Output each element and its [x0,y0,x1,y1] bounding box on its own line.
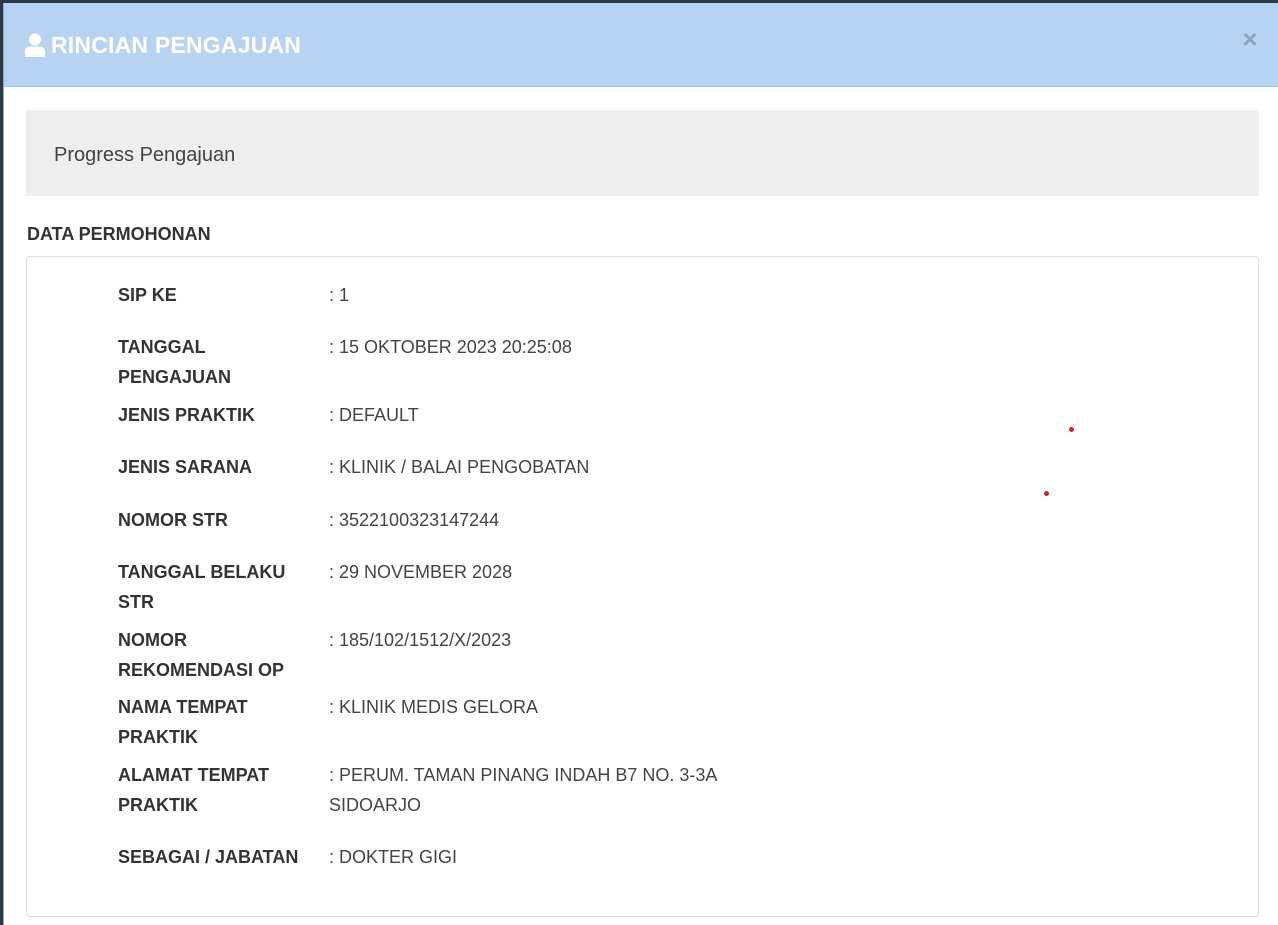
field-label: NAMA TEMPAT PRAKTIK [118,697,248,747]
field-value: : PERUM. TAMAN PINANG INDAH B7 NO. 3-3A … [329,765,717,815]
field-value: : DOKTER GIGI [329,847,458,867]
field-label: NOMOR REKOMENDASI OP [118,630,285,680]
field-label: ALAMAT TEMPAT PRAKTIK [118,765,269,815]
field-label: SIP KE [118,285,177,305]
field-value: : KLINIK MEDIS GELORA [329,697,539,717]
field-label: TANGGAL PENGAJUAN [118,337,232,387]
field-value: : 1 [329,285,350,305]
field-label: TANGGAL BELAKU STR [118,562,286,612]
field-label: JENIS PRAKTIK [118,405,256,425]
field-value: : 185/102/1512/X/2023 [329,630,512,650]
modal-header: RINCIAN PENGAJUAN × [4,3,1278,87]
field-value: : KLINIK / BALAI PENGOBATAN [329,457,590,477]
field-label: SEBAGAI / JABATAN [118,847,299,867]
user-icon [25,33,45,57]
field-value: : 29 NOVEMBER 2028 [329,562,513,582]
section-title: DATA PERMOHONAN [27,224,211,244]
progress-label: Progress Pengajuan [54,144,236,166]
close-button[interactable]: × [1240,25,1260,53]
progress-panel: Progress Pengajuan [26,110,1259,196]
marker-dot [1044,491,1049,496]
marker-dot [1069,427,1074,432]
field-label: NOMOR STR [118,510,228,530]
field-value: : 15 OKTOBER 2023 20:25:08 [329,337,572,357]
detail-modal: RINCIAN PENGAJUAN × Progress Pengajuan D… [3,3,1278,925]
field-label: JENIS SARANA [118,457,253,477]
modal-title: RINCIAN PENGAJUAN [51,32,302,58]
data-table: SIP KE : 1 TANGGAL PENGAJUAN : 15 OKTOBE… [26,256,1259,917]
field-value: : 3522100323147244 [329,510,500,530]
field-value: : DEFAULT [329,405,419,425]
